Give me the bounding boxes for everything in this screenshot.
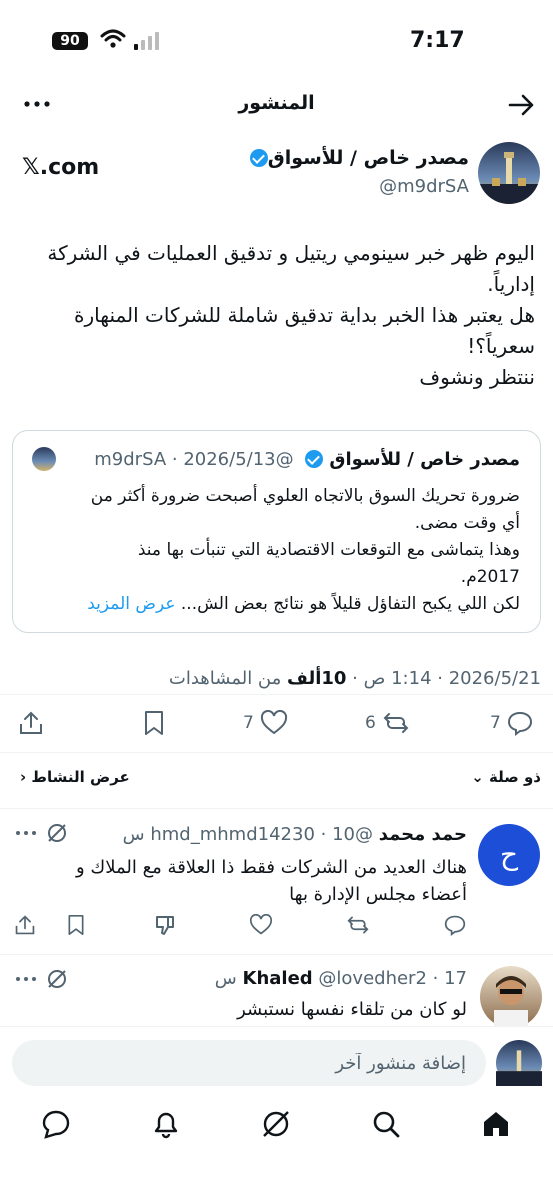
grok-icon[interactable] (260, 1108, 296, 1144)
divider (0, 752, 553, 753)
post-date: 2026/5/21 (448, 668, 541, 689)
quote-date: 2026/5/13 (183, 449, 276, 470)
verified-badge-icon (305, 450, 324, 468)
view-activity-link[interactable]: عرض النشاط ‹ (20, 768, 130, 786)
views-count: 10ألف (287, 668, 347, 689)
show-more-link[interactable]: عرض المزيد (87, 594, 175, 614)
reply-action[interactable]: 7 (490, 710, 533, 736)
reply-text: هناك العديد من الشركات فقط ذا العلاقة مع… (76, 857, 467, 905)
divider (0, 954, 553, 955)
quote-header: مصدر خاص / للأسواق @m9drSA · 2026/5/13 (94, 449, 520, 470)
dislike-icon[interactable] (154, 914, 176, 936)
divider (0, 694, 553, 695)
reply-author-name[interactable]: حمد محمد (379, 824, 467, 845)
quote-line: أي وقت مضى. (414, 513, 520, 533)
author-avatar[interactable] (478, 142, 540, 204)
like-action[interactable]: 7 (243, 710, 288, 736)
messages-icon[interactable] (40, 1108, 76, 1144)
reply-avatar[interactable] (480, 966, 542, 1028)
verified-badge-icon (249, 149, 268, 167)
repost-count: 6 (365, 713, 376, 733)
reply-count: 7 (490, 713, 501, 733)
home-icon[interactable] (480, 1108, 516, 1144)
share-icon[interactable] (14, 914, 36, 936)
divider (0, 808, 553, 809)
repost-icon (382, 710, 410, 736)
reply-handle: @lovedher2 (318, 968, 427, 989)
quote-author-avatar (32, 447, 56, 471)
search-icon[interactable] (370, 1108, 406, 1144)
reply-icon (507, 710, 533, 736)
post-line: سعرياً؟! (467, 334, 535, 358)
post-time: 1:14 ص (363, 668, 432, 689)
heart-icon[interactable] (249, 914, 273, 936)
chevron-down-icon: ⌄ (471, 768, 484, 786)
quote-line: ضرورة تحريك السوق بالاتجاه العلوي أصبحت … (90, 486, 520, 506)
chevron-left-icon: ‹ (20, 768, 27, 786)
post-line: هل يعتبر هذا الخبر بداية تدقيق شاملة للش… (74, 303, 535, 327)
like-count: 7 (243, 713, 254, 733)
quote-line: لكن اللي يكبح التفاؤل قليلاً هو نتائج بع… (180, 594, 520, 614)
repost-icon[interactable] (346, 914, 370, 936)
page-title: المنشور (238, 92, 315, 114)
battery-indicator: 90 (52, 32, 88, 50)
post-line: ننتظر ونشوف (419, 365, 535, 389)
repost-action[interactable]: 6 (365, 710, 410, 736)
quote-line: 2017م. (460, 567, 520, 587)
cellular-signal-icon (134, 32, 162, 50)
more-options-icon[interactable] (14, 822, 38, 844)
back-arrow-icon[interactable] (508, 92, 536, 118)
bookmark-icon[interactable] (142, 710, 166, 736)
more-options-icon[interactable] (14, 968, 38, 990)
views-label: من المشاهدات (168, 668, 282, 689)
wifi-icon (100, 28, 126, 50)
quote-line: وهذا يتماشى مع التوقعات الاقتصادية التي … (137, 540, 520, 560)
bookmark-icon[interactable] (66, 914, 86, 936)
my-avatar[interactable] (496, 1040, 542, 1086)
quote-text: ضرورة تحريك السوق بالاتجاه العلوي أصبحت … (30, 483, 520, 618)
grok-icon[interactable] (46, 968, 68, 990)
compose-input[interactable] (12, 1040, 486, 1086)
reply-author-name[interactable]: Khaled (243, 968, 313, 989)
post-meta: 2026/5/21 · 1:14 ص · 10ألف من المشاهدات (168, 668, 541, 689)
grok-icon[interactable] (46, 822, 68, 844)
notifications-icon[interactable] (150, 1108, 186, 1144)
heart-icon (260, 710, 288, 736)
sort-relevance-dropdown[interactable]: ذو صلة ⌄ (471, 768, 541, 786)
status-time: 7:17 (410, 28, 465, 53)
compose-field[interactable] (12, 1040, 486, 1086)
reply-icon[interactable] (444, 914, 466, 936)
x-link[interactable]: 𝕏.com (22, 155, 99, 180)
post-line: إدارياً. (487, 272, 535, 296)
reply-text: لو كان من تلقاء نفسها نستبشر (237, 999, 467, 1020)
reply-header: Khaled @lovedher2 · 17 س (214, 968, 467, 989)
quoted-post[interactable]: مصدر خاص / للأسواق @m9drSA · 2026/5/13 ض… (12, 430, 541, 633)
share-icon[interactable] (18, 710, 44, 736)
post-line: اليوم ظهر خبر سينومي ريتيل و تدقيق العمل… (47, 241, 535, 265)
reply-header: حمد محمد @hmd_mhmd14230 · 10 س (122, 824, 467, 845)
quote-author-name: مصدر خاص / للأسواق (329, 449, 520, 470)
author-name[interactable]: مصدر خاص / للأسواق (244, 147, 469, 169)
reply-avatar[interactable]: ح (478, 824, 540, 886)
post-text: اليوم ظهر خبر سينومي ريتيل و تدقيق العمل… (10, 238, 535, 393)
author-handle[interactable]: @m9drSA (379, 176, 469, 197)
